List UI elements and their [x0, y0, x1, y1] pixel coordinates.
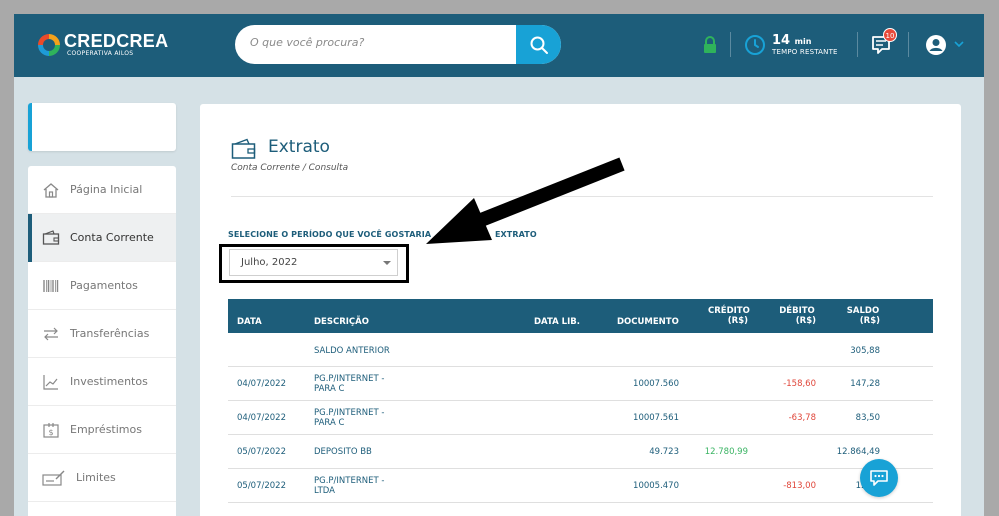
chevron-down-icon[interactable]	[954, 41, 964, 48]
svg-text:$: $	[49, 428, 54, 437]
lock-icon[interactable]	[703, 36, 717, 54]
credito-label: CRÉDITO	[708, 306, 750, 316]
barcode-icon	[43, 279, 59, 292]
column-header-documento: DOCUMENTO	[617, 317, 679, 327]
cell-descricao-line1: PG.P/INTERNET -	[314, 476, 385, 486]
sidebar-item-emprestimos[interactable]: $ Empréstimos	[28, 406, 176, 454]
sidebar-item-pagina-inicial[interactable]: Página Inicial	[28, 166, 176, 214]
cell-descricao: PG.P/INTERNET - PARA C	[314, 408, 384, 428]
sidebar-item-label: Transferências	[70, 327, 150, 340]
sidebar-item-conta-corrente[interactable]: Conta Corrente	[28, 214, 176, 262]
credito-unit: (R$)	[727, 316, 748, 326]
chart-icon	[43, 374, 58, 390]
cell-documento: 49.723	[649, 447, 679, 457]
search-icon	[530, 36, 548, 54]
search-button[interactable]	[516, 25, 561, 64]
cell-saldo: 12.864,49	[836, 447, 880, 457]
cell-descricao: DEPOSITO BB	[314, 447, 372, 457]
page-title: Extrato	[268, 137, 330, 157]
divider	[908, 32, 909, 57]
app-frame: CREDCREA COOPERATIVA AILOS 14 min TE	[14, 14, 984, 516]
cell-descricao: PG.P/INTERNET - LTDA	[314, 476, 384, 496]
divider	[730, 32, 731, 57]
cell-descricao-line1: PG.P/INTERNET -	[314, 408, 385, 418]
sidebar-item-label: Página Inicial	[70, 183, 143, 196]
cell-descricao-line2: PARA C	[314, 418, 345, 428]
cell-documento: 10007.561	[633, 413, 679, 423]
cell-descricao-line2: LTDA	[314, 486, 335, 496]
cell-descricao-line2: PARA C	[314, 384, 345, 394]
table-row[interactable]: 05/07/2022 DEPOSITO BB 49.723 12.780,99 …	[228, 435, 933, 469]
cell-descricao: SALDO ANTERIOR	[314, 346, 390, 356]
divider	[857, 32, 858, 57]
highlight-box	[219, 244, 409, 283]
column-header-saldo: SALDO (R$)	[846, 306, 880, 326]
cell-data: 05/07/2022	[237, 447, 286, 457]
sidebar-header-card	[28, 103, 176, 151]
sidebar-item-investimentos[interactable]: Investimentos	[28, 358, 176, 406]
sidebar-item-label: Investimentos	[70, 375, 148, 388]
user-avatar-icon[interactable]	[925, 34, 947, 56]
period-label-start: SELECIONE O PERÍODO QUE VOCÊ GOSTARIA	[228, 230, 432, 239]
logo[interactable]: CREDCREA COOPERATIVA AILOS	[38, 32, 168, 57]
column-header-debito: DÉBITO (R$)	[778, 306, 816, 326]
timer-label: TEMPO RESTANTE	[772, 48, 838, 56]
timer-unit: min	[794, 37, 812, 46]
sidebar-item-label: Pagamentos	[70, 279, 138, 292]
loan-icon: $	[43, 422, 59, 438]
column-header-data-lib: DATA LIB.	[534, 317, 580, 327]
cell-data: 04/07/2022	[237, 379, 286, 389]
cell-data: 04/07/2022	[237, 413, 286, 423]
chat-button[interactable]	[860, 459, 898, 497]
logo-title: CREDCREA	[64, 31, 169, 51]
search-input[interactable]	[250, 36, 500, 49]
sidebar-item-label: Limites	[76, 471, 116, 484]
sidebar: Página Inicial Conta Corrente Pagamentos…	[28, 166, 176, 516]
wallet-icon	[42, 229, 60, 245]
cell-data: 05/07/2022	[237, 481, 286, 491]
table-row[interactable]: SALDO ANTERIOR 305,88	[228, 333, 933, 367]
cell-descricao: PG.P/INTERNET - PARA C	[314, 374, 384, 394]
column-header-descricao: DESCRIÇÃO	[314, 317, 369, 327]
notification-badge: 10	[883, 28, 897, 42]
session-timer: 14 min TEMPO RESTANTE	[772, 34, 838, 57]
cell-documento: 10007.560	[633, 379, 679, 389]
table-header: DATA DESCRIÇÃO DATA LIB. DOCUMENTO CRÉDI…	[228, 299, 933, 333]
limit-icon	[42, 470, 65, 486]
cell-descricao-line1: PG.P/INTERNET -	[314, 374, 385, 384]
search-bar	[235, 25, 561, 64]
statement-table: DATA DESCRIÇÃO DATA LIB. DOCUMENTO CRÉDI…	[228, 299, 933, 503]
chat-icon	[870, 470, 888, 486]
top-bar: CREDCREA COOPERATIVA AILOS 14 min TE	[14, 14, 984, 77]
debito-unit: (R$)	[795, 316, 816, 326]
table-row[interactable]: 04/07/2022 PG.P/INTERNET - PARA C 10007.…	[228, 367, 933, 401]
table-row[interactable]: 04/07/2022 PG.P/INTERNET - PARA C 10007.…	[228, 401, 933, 435]
cell-saldo: 83,50	[855, 413, 880, 423]
transfer-icon	[44, 327, 58, 340]
sidebar-item-limites[interactable]: Limites	[28, 454, 176, 502]
cell-saldo: 305,88	[850, 346, 880, 356]
saldo-unit: (R$)	[859, 316, 880, 326]
cell-saldo: 147,28	[850, 379, 880, 389]
column-header-data: DATA	[237, 317, 262, 327]
cell-credito: 12.780,99	[704, 447, 748, 457]
breadcrumb: Conta Corrente / Consulta	[231, 163, 349, 173]
cell-documento: 10005.470	[633, 481, 679, 491]
clock-icon	[745, 35, 765, 55]
sidebar-item-pagamentos[interactable]: Pagamentos	[28, 262, 176, 310]
timer-value: 14	[772, 33, 791, 48]
sidebar-item-transferencias[interactable]: Transferências	[28, 310, 176, 358]
logo-mark-icon	[38, 33, 60, 56]
table-row[interactable]: 05/07/2022 PG.P/INTERNET - LTDA 10005.47…	[228, 469, 933, 503]
saldo-label: SALDO	[846, 306, 880, 316]
annotation-arrow-icon	[426, 157, 625, 244]
sidebar-item-label: Conta Corrente	[70, 231, 154, 244]
debito-label: DÉBITO	[779, 306, 815, 316]
wallet-icon	[231, 138, 256, 159]
home-icon	[43, 182, 59, 198]
main-content: Extrato Conta Corrente / Consulta SELECI…	[200, 104, 961, 516]
logo-subtitle: COOPERATIVA AILOS	[67, 50, 134, 57]
sidebar-item-label: Empréstimos	[70, 423, 142, 436]
column-header-credito: CRÉDITO (R$)	[708, 306, 750, 326]
